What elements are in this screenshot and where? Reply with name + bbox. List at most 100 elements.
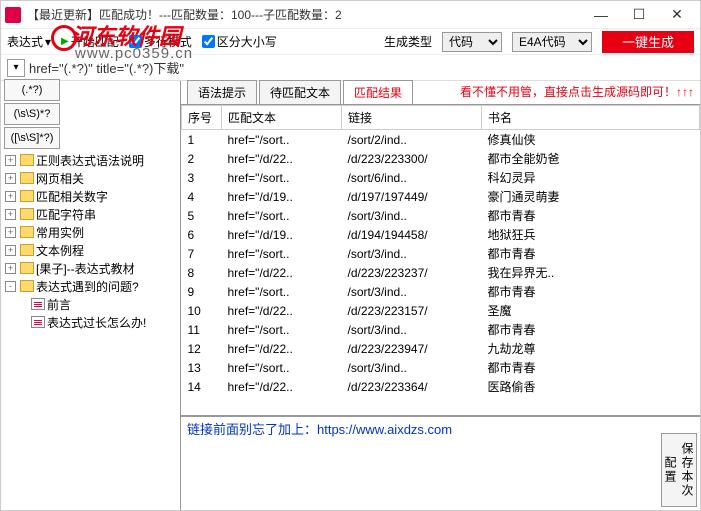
tree-item[interactable]: -表达式遇到的问题? — [5, 277, 180, 295]
cell-title: 地狱狂兵 — [482, 225, 700, 244]
cell-link: /d/223/223947/ — [342, 339, 482, 358]
cell-link: /sort/3/ind.. — [342, 320, 482, 339]
table-row[interactable]: 4href="/d/19../d/197/197449/豪门通灵萌妻 — [182, 187, 700, 206]
tabs: 语法提示 待匹配文本 匹配结果 看不懂不用管，直接点击生成源码即可！↑↑↑ — [181, 81, 700, 105]
chevron-down-icon: ▾ — [45, 35, 51, 49]
tab-hint-text: 看不懂不用管，直接点击生成源码即可！↑↑↑ — [460, 83, 700, 104]
tree-item[interactable]: + 匹配相关数字 — [5, 187, 180, 205]
tree-label: 网页相关 — [36, 170, 84, 187]
cell-link: /sort/2/ind.. — [342, 130, 482, 150]
table-row[interactable]: 5href="/sort../sort/3/ind..都市青春 — [182, 206, 700, 225]
maximize-button[interactable]: ☐ — [620, 2, 658, 28]
table-row[interactable]: 8href="/d/22../d/223/223237/我在异界无.. — [182, 263, 700, 282]
generate-button[interactable]: 一键生成 — [602, 31, 694, 53]
table-row[interactable]: 3href="/sort../sort/6/ind..科幻灵异 — [182, 168, 700, 187]
gen-type-select[interactable]: 代码 — [442, 32, 502, 52]
start-match-button[interactable]: ▶ 开始匹配 — [61, 33, 119, 50]
result-table-wrap[interactable]: 序号 匹配文本 链接 书名 1href="/sort../sort/2/ind.… — [181, 105, 700, 416]
col-match-text[interactable]: 匹配文本 — [222, 106, 342, 130]
cell-index: 8 — [182, 263, 222, 282]
minimize-button[interactable]: — — [582, 2, 620, 28]
col-link[interactable]: 链接 — [342, 106, 482, 130]
tree-label: 文本例程 — [36, 242, 84, 259]
quick-btn-1[interactable]: (.*?) — [4, 79, 60, 101]
tree-item[interactable]: + 常用实例 — [5, 223, 180, 241]
cell-match: href="/sort.. — [222, 320, 342, 339]
quick-btn-3[interactable]: ([\s\S]*?) — [4, 127, 60, 149]
expand-icon[interactable]: + — [5, 227, 16, 238]
folder-icon — [20, 244, 34, 256]
table-row[interactable]: 2href="/d/22../d/223/223300/都市全能奶爸 — [182, 149, 700, 168]
quick-btn-2[interactable]: (\s\S)*? — [4, 103, 60, 125]
expand-icon[interactable]: + — [5, 155, 16, 166]
table-row[interactable]: 9href="/sort../sort/3/ind..都市青春 — [182, 282, 700, 301]
regex-input[interactable]: href="(.*?)" title="(.*?)下载" — [29, 58, 184, 77]
tree-child-item[interactable]: 前言 — [5, 295, 180, 313]
cell-index: 6 — [182, 225, 222, 244]
case-sensitive-checkbox[interactable]: 区分大小写 — [202, 33, 277, 50]
table-row[interactable]: 6href="/d/19../d/194/194458/地狱狂兵 — [182, 225, 700, 244]
tree-item[interactable]: + 匹配字符串 — [5, 205, 180, 223]
cell-title: 修真仙侠 — [482, 130, 700, 150]
case-input[interactable] — [202, 35, 215, 48]
cell-title: 九劫龙尊 — [482, 339, 700, 358]
folder-icon — [20, 262, 34, 274]
cell-match: href="/d/22.. — [222, 377, 342, 396]
cell-title: 医路偷香 — [482, 377, 700, 396]
expand-icon[interactable]: + — [5, 209, 16, 220]
cell-index: 11 — [182, 320, 222, 339]
bottom-spacer — [181, 440, 660, 510]
tab-pending-text[interactable]: 待匹配文本 — [259, 80, 341, 104]
cell-match: href="/d/22.. — [222, 149, 342, 168]
expression-dropdown[interactable]: 表达式 ▾ — [7, 33, 51, 50]
cell-title: 圣魔 — [482, 301, 700, 320]
table-row[interactable]: 12href="/d/22../d/223/223947/九劫龙尊 — [182, 339, 700, 358]
expand-icon[interactable]: + — [5, 263, 16, 274]
cell-index: 1 — [182, 130, 222, 150]
save-config-button[interactable]: 保存本次配置 — [661, 433, 697, 507]
cell-match: href="/sort.. — [222, 206, 342, 225]
tree-item[interactable]: +[果子]--表达式教材 — [5, 259, 180, 277]
cell-match: href="/sort.. — [222, 282, 342, 301]
table-row[interactable]: 10href="/d/22../d/223/223157/圣魔 — [182, 301, 700, 320]
code-type-select[interactable]: E4A代码 — [512, 32, 592, 52]
tab-match-result[interactable]: 匹配结果 — [343, 80, 413, 104]
cell-index: 2 — [182, 149, 222, 168]
tree-item[interactable]: +正则表达式语法说明 — [5, 151, 180, 169]
multiline-checkbox[interactable]: 多行模式 — [129, 33, 192, 50]
cell-index: 4 — [182, 187, 222, 206]
cell-link: /sort/3/ind.. — [342, 282, 482, 301]
expression-label: 表达式 — [7, 33, 43, 50]
table-row[interactable]: 1href="/sort../sort/2/ind..修真仙侠 — [182, 130, 700, 150]
table-row[interactable]: 11href="/sort../sort/3/ind..都市青春 — [182, 320, 700, 339]
tree-label: 常用实例 — [36, 224, 84, 241]
cell-match: href="/d/22.. — [222, 301, 342, 320]
right-panel: 语法提示 待匹配文本 匹配结果 看不懂不用管，直接点击生成源码即可！↑↑↑ 序号… — [181, 81, 700, 510]
col-name[interactable]: 书名 — [482, 106, 700, 130]
expand-icon[interactable]: - — [5, 281, 16, 292]
tree-item[interactable]: + 网页相关 — [5, 169, 180, 187]
col-index[interactable]: 序号 — [182, 106, 222, 130]
tree-label: 匹配相关数字 — [36, 188, 108, 205]
regex-dropdown-icon[interactable]: ▾ — [7, 59, 25, 77]
expand-icon[interactable]: + — [5, 245, 16, 256]
folder-icon — [20, 190, 34, 202]
expand-icon[interactable]: + — [5, 191, 16, 202]
expand-icon[interactable]: + — [5, 173, 16, 184]
cell-link: /sort/3/ind.. — [342, 358, 482, 377]
tree-item[interactable]: + 文本例程 — [5, 241, 180, 259]
table-row[interactable]: 13href="/sort../sort/3/ind..都市青春 — [182, 358, 700, 377]
table-row[interactable]: 7href="/sort../sort/3/ind..都市青春 — [182, 244, 700, 263]
cell-title: 都市青春 — [482, 320, 700, 339]
cell-link: /sort/3/ind.. — [342, 244, 482, 263]
table-row[interactable]: 14href="/d/22../d/223/223364/医路偷香 — [182, 377, 700, 396]
close-button[interactable]: ✕ — [658, 2, 696, 28]
tree-child-item[interactable]: 表达式过长怎么办! — [5, 313, 180, 331]
regex-bar: ▾ href="(.*?)" title="(.*?)下载" — [1, 55, 700, 81]
folder-icon — [20, 280, 34, 292]
folder-icon — [20, 208, 34, 220]
tree-label: 匹配字符串 — [36, 206, 96, 223]
multiline-input[interactable] — [129, 35, 142, 48]
start-match-label: 开始匹配 — [71, 33, 119, 50]
tab-syntax-hint[interactable]: 语法提示 — [187, 80, 257, 104]
